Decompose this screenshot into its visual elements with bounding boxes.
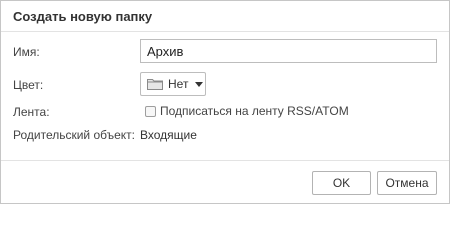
footer-divider xyxy=(1,160,449,161)
folder-icon xyxy=(147,79,163,90)
color-dropdown[interactable]: Нет xyxy=(140,72,206,96)
chevron-down-icon xyxy=(195,82,203,87)
feed-label: Лента: xyxy=(13,105,50,119)
name-label: Имя: xyxy=(13,45,40,59)
cancel-button[interactable]: Отмена xyxy=(377,171,437,195)
subscribe-feed-label[interactable]: Подписаться на ленту RSS/ATOM xyxy=(160,104,349,118)
create-folder-dialog: Создать новую папку Имя: Цвет: Нет Лента… xyxy=(0,0,450,204)
subscribe-feed-checkbox[interactable] xyxy=(145,106,156,117)
folder-name-input[interactable] xyxy=(140,39,437,63)
ok-button[interactable]: OK xyxy=(312,171,371,195)
parent-label: Родительский объект: xyxy=(13,128,136,142)
dialog-titlebar: Создать новую папку xyxy=(1,1,449,32)
parent-value: Входящие xyxy=(140,128,197,142)
dialog-title: Создать новую папку xyxy=(13,9,153,24)
color-label: Цвет: xyxy=(13,78,44,92)
color-dropdown-value: Нет xyxy=(168,77,189,91)
